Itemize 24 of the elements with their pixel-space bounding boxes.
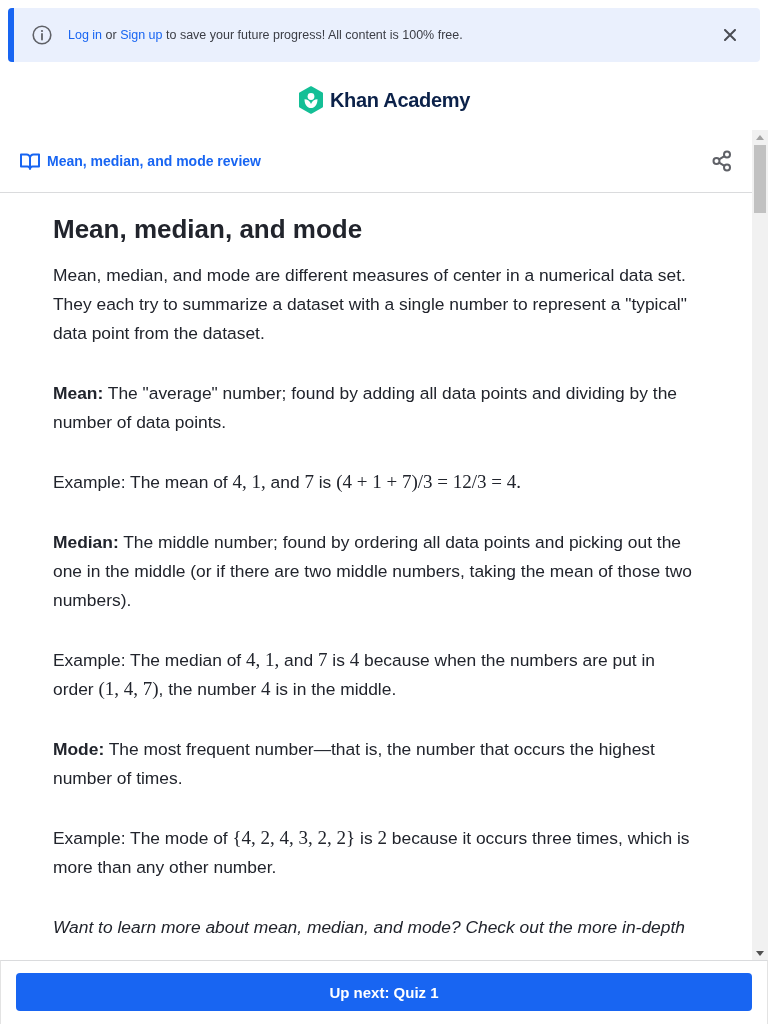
logo-icon [297,86,324,114]
book-icon [20,152,40,170]
share-icon [712,150,732,172]
text-link[interactable]: Sign up [120,28,163,42]
paragraph: Example: The mean of 4, 1, and 7 is (4 + 1 + 7)/3 = 12/3 = 4. [53,470,522,494]
paragraph: Example: The median of 4, 1, and 7 is 4 because when the numbers are put in order (1, 4, 7), the number 4 is in the middle. [53,648,656,701]
text-link[interactable]: Log in [68,28,103,42]
article-heading: Mean, median, and mode [53,213,364,246]
scroll-down-icon[interactable] [756,951,764,956]
scrollbar-track[interactable] [752,130,768,960]
close-icon [724,29,736,41]
paragraph: Mean: The "average" number; found by adding all data points and dividing by the number of data points. [53,382,678,434]
logo-text[interactable]: Khan Academy [329,88,471,112]
paragraph: Want to learn more about mean, median, and mode? Check out the more in-depth [53,916,686,939]
article-title-link[interactable]: Mean, median, and mode review [47,153,261,169]
paragraph: Mode: The most frequent number—that is, the number that occurs the highest number of times. [53,738,656,790]
signup-message: Log in or Sign up to save your future progress! All content is 100% free. [68,28,463,42]
paragraph: Example: The mode of {4, 2, 4, 3, 2, 2} is 2 because it occurs three times, which is more than any other number. [53,826,691,879]
share-button[interactable] [712,150,732,172]
info-icon [32,25,52,45]
scrollbar-thumb[interactable] [754,145,766,213]
up-next-button[interactable]: Up next: Quiz 1 [16,973,752,1011]
paragraph: Mean, median, and mode are different measures of center in a numerical data set. They each try to summarize a dataset with a single number to represent a "typical" data point from the dataset. [53,264,688,345]
paragraph: Median: The middle number; found by ordering all data points and picking out the one in the middle (or if there are two middle numbers, taking the mean of those two numbers). [53,531,693,612]
